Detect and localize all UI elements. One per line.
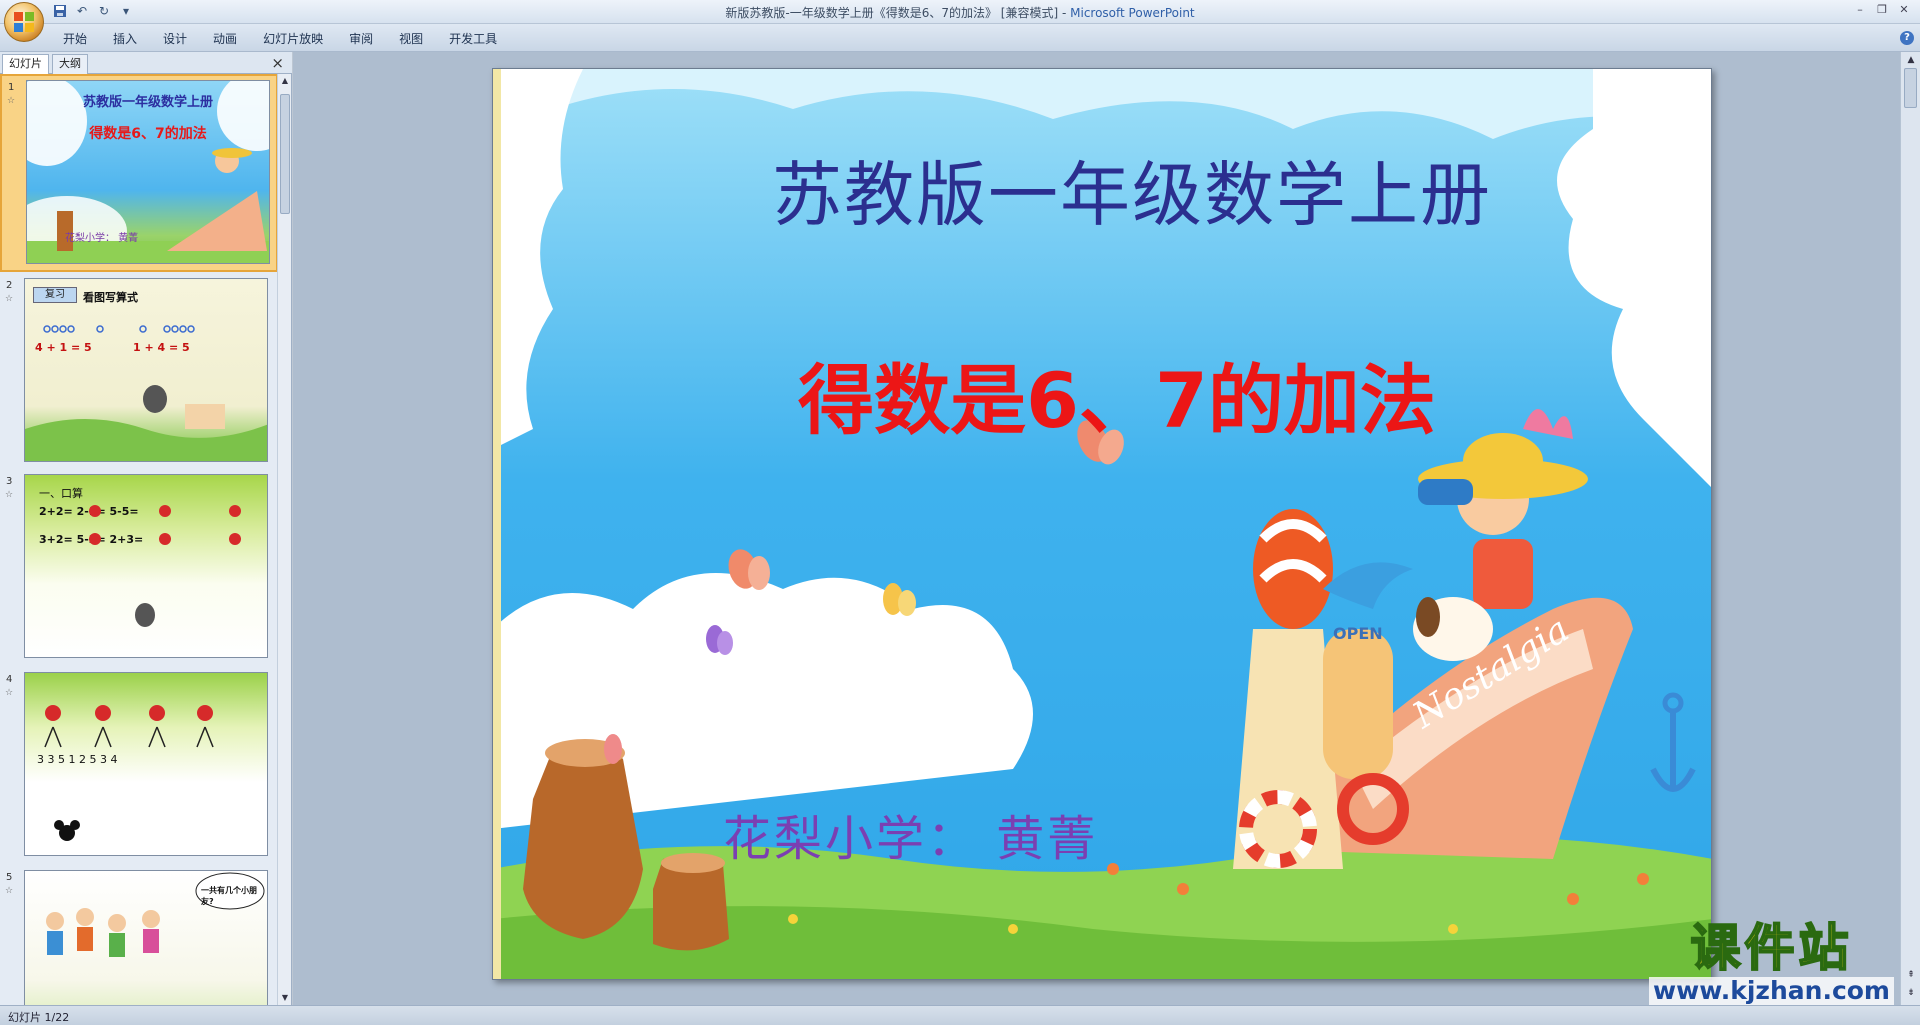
thumbnail-scrollbar[interactable]: ▲ ▼ — [277, 74, 291, 1005]
window-controls: – ❐ ✕ — [1852, 2, 1912, 16]
slide-thumbnail-2[interactable]: 2 ☆ 复习 看图写算式 4 + 1 = 5 1 + 4 = 5 — [0, 274, 278, 472]
panel-tabs: 幻灯片 大纲 × — [0, 52, 292, 74]
thumbnail-art — [89, 505, 241, 627]
restore-icon[interactable]: ❐ — [1874, 2, 1890, 16]
tab-slideshow[interactable]: 幻灯片放映 — [250, 30, 336, 48]
ribbon-tab-bar: 开始 插入 设计 动画 幻灯片放映 审阅 视图 开发工具 ? — [0, 24, 1920, 52]
thumbnail-number: 4 — [6, 674, 13, 685]
equation-2: 1 + 4 = 5 — [133, 341, 190, 354]
number-row: 3 3 5 1 2 5 3 4 — [37, 753, 118, 766]
app-name: Microsoft PowerPoint — [1070, 6, 1195, 20]
thumbnail-preview: 苏教版一年级数学上册 得数是6、7的加法 花梨小学： 黄菁 — [26, 80, 270, 264]
thumbnail-title: 苏教版一年级数学上册 — [82, 95, 213, 110]
help-icon[interactable]: ? — [1900, 31, 1914, 45]
scroll-up-icon[interactable]: ▲ — [278, 74, 292, 88]
current-slide[interactable]: Nostalgia OPEN 苏教版一年级数学上册 得数是6、7的加法 花梨小学… — [492, 68, 1712, 980]
slide-thumbnail-1[interactable]: 1 ☆ 苏教版一年级数学上册 得数是6、7的加法 花梨小学： 黄菁 — [0, 74, 278, 272]
scroll-up-icon[interactable]: ▲ — [1901, 52, 1920, 68]
slide-author[interactable]: 花梨小学： 黄菁 — [723, 799, 1098, 869]
equation-1: 4 + 1 = 5 — [35, 341, 92, 354]
status-bar: 幻灯片 1/22 — [0, 1005, 1920, 1025]
slide-subtitle[interactable]: 得数是6、7的加法 — [493, 339, 1711, 449]
minimize-icon[interactable]: – — [1852, 2, 1868, 16]
slides-panel: 幻灯片 大纲 × 1 ☆ 苏教版一年级数学上册 得数是6、7的加法 花梨小学： … — [0, 52, 292, 1005]
watermark: 课件站 www.kjzhan.com — [1649, 918, 1894, 1005]
transition-star-icon: ☆ — [7, 96, 16, 106]
tab-insert[interactable]: 插入 — [100, 30, 150, 48]
watermark-url: www.kjzhan.com — [1649, 977, 1894, 1005]
thumbnail-author: 花梨小学： 黄菁 — [65, 233, 139, 244]
tab-view[interactable]: 视图 — [386, 30, 436, 48]
slide-thumbnail-5[interactable]: 5 ☆ 一共有几个小朋友? — [0, 866, 278, 1005]
thumbnail-preview: 复习 看图写算式 4 + 1 = 5 1 + 4 = 5 — [24, 278, 268, 462]
scrollbar-thumb[interactable] — [1904, 68, 1917, 108]
thumbnail-number: 1 — [8, 82, 15, 93]
title-bar: ↶ ↻ ▾ 新版苏教版-一年级数学上册《得数是6、7的加法》 [兼容模式] - … — [0, 0, 1920, 24]
scroll-down-icon[interactable]: ▼ — [278, 991, 292, 1005]
tab-developer[interactable]: 开发工具 — [436, 30, 510, 48]
slide-indicator: 幻灯片 1/22 — [8, 1011, 70, 1024]
close-icon[interactable]: ✕ — [1896, 2, 1912, 16]
thumbnail-preview: 一、口算 2+2= 2-1= 5-5= 3+2= 5-3= 2+3= — [24, 474, 268, 658]
transition-star-icon: ☆ — [5, 490, 14, 500]
tab-review[interactable]: 审阅 — [336, 30, 386, 48]
transition-star-icon: ☆ — [5, 688, 14, 698]
panel-close-icon[interactable]: × — [271, 54, 284, 72]
transition-star-icon: ☆ — [5, 294, 14, 304]
slide-scrollbar[interactable]: ▲ ⇞ ⇟ — [1900, 52, 1920, 1005]
slide-thumbnail-3[interactable]: 3 ☆ 一、口算 2+2= 2-1= 5-5= 3+2= 5-3= 2+3= — [0, 470, 278, 668]
thumbnail-list: 1 ☆ 苏教版一年级数学上册 得数是6、7的加法 花梨小学： 黄菁 2 ☆ 复习… — [0, 74, 278, 1005]
scrollbar-thumb[interactable] — [280, 94, 290, 214]
open-sign: OPEN — [1333, 624, 1383, 643]
thumbnail-number: 5 — [6, 872, 13, 883]
tab-slides[interactable]: 幻灯片 — [2, 54, 49, 74]
thumbnail-art — [25, 325, 267, 461]
tab-outline[interactable]: 大纲 — [52, 54, 88, 74]
slide-title[interactable]: 苏教版一年级数学上册 — [493, 139, 1711, 240]
tab-animations[interactable]: 动画 — [200, 30, 250, 48]
next-slide-icon[interactable]: ⇟ — [1901, 985, 1920, 1001]
watermark-name: 课件站 — [1690, 918, 1853, 978]
speech-bubble-text: 一共有几个小朋友? — [201, 886, 257, 906]
tab-design[interactable]: 设计 — [150, 30, 200, 48]
thumbnail-subtitle: 得数是6、7的加法 — [89, 126, 207, 142]
window-title: 新版苏教版-一年级数学上册《得数是6、7的加法》 [兼容模式] - Micros… — [0, 4, 1920, 21]
thumbnail-number: 2 — [6, 280, 13, 291]
slide-thumbnail-4[interactable]: 4 ☆ 3 3 5 1 2 5 3 4 — [0, 668, 278, 866]
document-title: 新版苏教版-一年级数学上册《得数是6、7的加法》 [兼容模式] - — [725, 6, 1071, 20]
office-button[interactable] — [4, 2, 44, 42]
transition-star-icon: ☆ — [5, 886, 14, 896]
thumbnail-preview: 一共有几个小朋友? — [24, 870, 268, 1005]
tab-home[interactable]: 开始 — [50, 30, 100, 48]
office-logo-icon — [14, 12, 34, 32]
thumbnail-number: 3 — [6, 476, 13, 487]
previous-slide-icon[interactable]: ⇞ — [1901, 967, 1920, 983]
thumbnail-preview: 3 3 5 1 2 5 3 4 — [24, 672, 268, 856]
